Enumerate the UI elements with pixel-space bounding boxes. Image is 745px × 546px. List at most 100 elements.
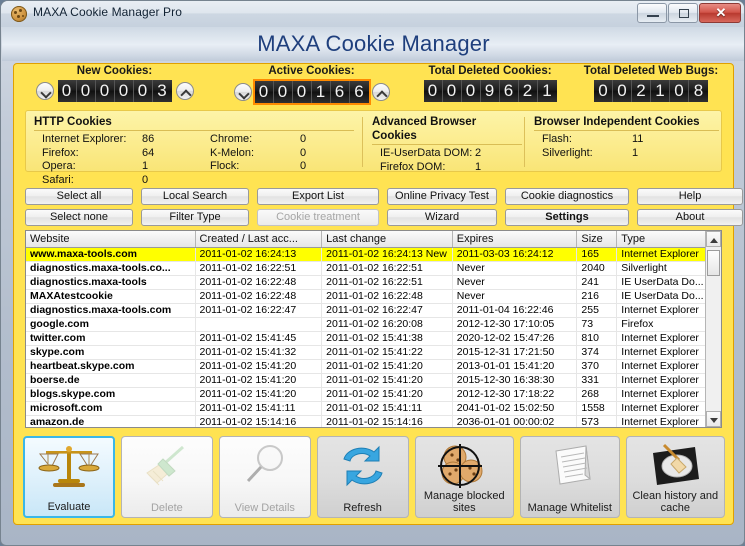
counter-up-button[interactable] [371,83,390,101]
table-cell-created-last-acc-: 2011-01-02 16:22:48 [196,290,323,303]
column-header-created-last-acc-[interactable]: Created / Last acc... [196,231,323,247]
table-row[interactable]: google.com 2011-01-02 16:20:08 2012-12-30 … [26,318,721,332]
summary-row: K-Melon: 0 [210,147,350,161]
action-button-view-details: View Details [218,436,311,518]
column-header-last-change[interactable]: Last change [322,231,453,247]
vertical-scrollbar[interactable] [705,231,721,427]
summary-row: IE-UserData DOM: 2 [380,147,522,161]
table-cell-website: amazon.de [26,416,196,427]
summary-value: 0 [300,160,307,173]
table-cell-website: diagnostics.maxa-tools.com [26,304,196,317]
divider [534,130,719,131]
table-row[interactable]: MAXAtestcookie 2011-01-02 16:22:48 2011-01… [26,290,721,304]
table-cell-created-last-acc-: 2011-01-02 15:41:20 [196,360,323,373]
counter-digit: 0 [292,81,312,103]
tool-button-cookie-treatment: Cookie treatment [257,209,379,226]
table-row[interactable]: microsoft.com 2011-01-02 15:41:11 2011-01-… [26,402,721,416]
tool-button-about[interactable]: About [637,209,743,226]
counter-down-button[interactable] [35,82,54,100]
table-row[interactable]: blogs.skype.com 2011-01-02 15:41:20 2011-0… [26,388,721,402]
tool-button-cookie-diagnostics[interactable]: Cookie diagnostics [505,188,629,205]
table-row[interactable]: amazon.de 2011-01-02 15:14:16 2011-01-02 1… [26,416,721,427]
counter-digit: 0 [114,80,134,102]
tool-button-settings[interactable]: Settings [505,209,629,226]
tool-button-export-list[interactable]: Export List [257,188,379,205]
table-cell-website: blogs.skype.com [26,388,196,401]
table-cell-size: 331 [577,374,618,387]
advanced-rows: IE-UserData DOM: 2 Firefox DOM: 1 [372,147,522,174]
table-cell-size: 573 [577,416,618,427]
close-button[interactable]: ✕ [699,3,741,23]
table-cell-last-change: 2011-01-02 15:41:20 [322,374,453,387]
group-title: HTTP Cookies [34,116,112,128]
table-cell-size: 255 [577,304,618,317]
scroll-down-button[interactable] [706,411,721,427]
tool-button-filter-type[interactable]: Filter Type [141,209,249,226]
counter-label: Active Cookies: [268,65,355,77]
counter-digit: 0 [670,80,689,102]
action-button-manage-whitelist[interactable]: Manage Whitelist [520,436,620,518]
table-cell-expires: 2036-01-01 00:00:02 [453,416,578,427]
divider [372,144,522,145]
counter-digit: 1 [651,80,670,102]
table-cell-last-change: 2011-01-02 16:20:08 [322,318,453,331]
table-row[interactable]: www.maxa-tools.com 2011-01-02 16:24:13 201… [26,248,721,262]
tool-button-help[interactable]: Help [637,188,743,205]
summary-value: 1 [632,146,639,159]
tool-button-wizard[interactable]: Wizard [387,209,497,226]
action-button-clean-history-and-cache[interactable]: Clean history and cache [625,436,726,518]
table-row[interactable]: boerse.de 2011-01-02 15:41:20 2011-01-02 1… [26,374,721,388]
table-row[interactable]: diagnostics.maxa-tools.com 2011-01-02 16:… [26,304,721,318]
cookie-table: Website Created / Last acc... Last change E… [25,230,722,428]
table-cell-expires: 2041-01-02 15:02:50 [453,402,578,415]
action-button-evaluate[interactable]: Evaluate [23,436,115,518]
counter-4: Total Deleted Web Bugs: 0 0 2 1 0 8 [570,64,732,103]
table-row[interactable]: heartbeat.skype.com 2011-01-02 15:41:20 20… [26,360,721,374]
counter-down-button[interactable] [233,83,252,101]
scroll-up-button[interactable] [706,231,721,247]
column-header-website[interactable]: Website [26,231,196,247]
table-cell-website: skype.com [26,346,196,359]
table-cell-website: google.com [26,318,196,331]
tool-button-online-privacy-test[interactable]: Online Privacy Test [387,188,497,205]
tool-button-select-all[interactable]: Select all [25,188,133,205]
column-header-size[interactable]: Size [577,231,618,247]
table-cell-size: 241 [577,276,618,289]
table-row[interactable]: diagnostics.maxa-tools 2011-01-02 16:22:4… [26,276,721,290]
action-button-manage-blocked-sites[interactable]: Manage blocked sites [414,436,515,518]
action-button-label: Evaluate [47,501,91,513]
counter-digit: 6 [330,81,350,103]
table-cell-size: 370 [577,360,618,373]
tool-button-local-search[interactable]: Local Search [141,188,249,205]
table-cell-last-change: 2011-01-02 15:41:11 [322,402,453,415]
table-cell-created-last-acc- [196,318,323,331]
table-body[interactable]: www.maxa-tools.com 2011-01-02 16:24:13 201… [26,248,721,427]
chevron-up-icon [710,238,718,243]
action-button-label: Delete [150,502,183,514]
table-cell-expires: 2020-12-02 15:47:26 [453,332,578,345]
tool-button-select-none[interactable]: Select none [25,209,133,226]
scrollbar-thumb[interactable] [707,250,720,276]
table-cell-expires: 2011-03-03 16:24:12 [453,248,578,261]
column-header-expires[interactable]: Expires [453,231,578,247]
table-row[interactable]: twitter.com 2011-01-02 15:41:45 2011-01-02… [26,332,721,346]
action-button-label: Manage blocked sites [423,490,505,514]
minimize-button[interactable] [637,3,667,23]
maximize-button[interactable] [668,3,698,23]
summary-value: 64 [142,146,155,159]
counter-up-button[interactable] [175,82,194,100]
table-cell-website: MAXAtestcookie [26,290,196,303]
table-cell-expires: Never [453,276,578,289]
action-button-refresh[interactable]: Refresh [316,436,409,518]
table-cell-size: 374 [577,346,618,359]
table-cell-last-change: 2011-01-02 15:14:16 [322,416,453,427]
summary-key: Flash: [542,133,572,145]
counter-digit: 3 [152,80,172,102]
disc-broom-icon [627,443,725,491]
table-row[interactable]: skype.com 2011-01-02 15:41:32 2011-01-02 1… [26,346,721,360]
action-toolbar: Evaluate Delete View Details Refresh Man… [23,436,726,518]
table-cell-created-last-acc-: 2011-01-02 15:41:20 [196,374,323,387]
table-row[interactable]: diagnostics.maxa-tools.co... 2011-01-02 1… [26,262,721,276]
counter-3: Total Deleted Cookies: 0 0 0 9 6 2 1 [406,64,574,103]
table-cell-website: microsoft.com [26,402,196,415]
